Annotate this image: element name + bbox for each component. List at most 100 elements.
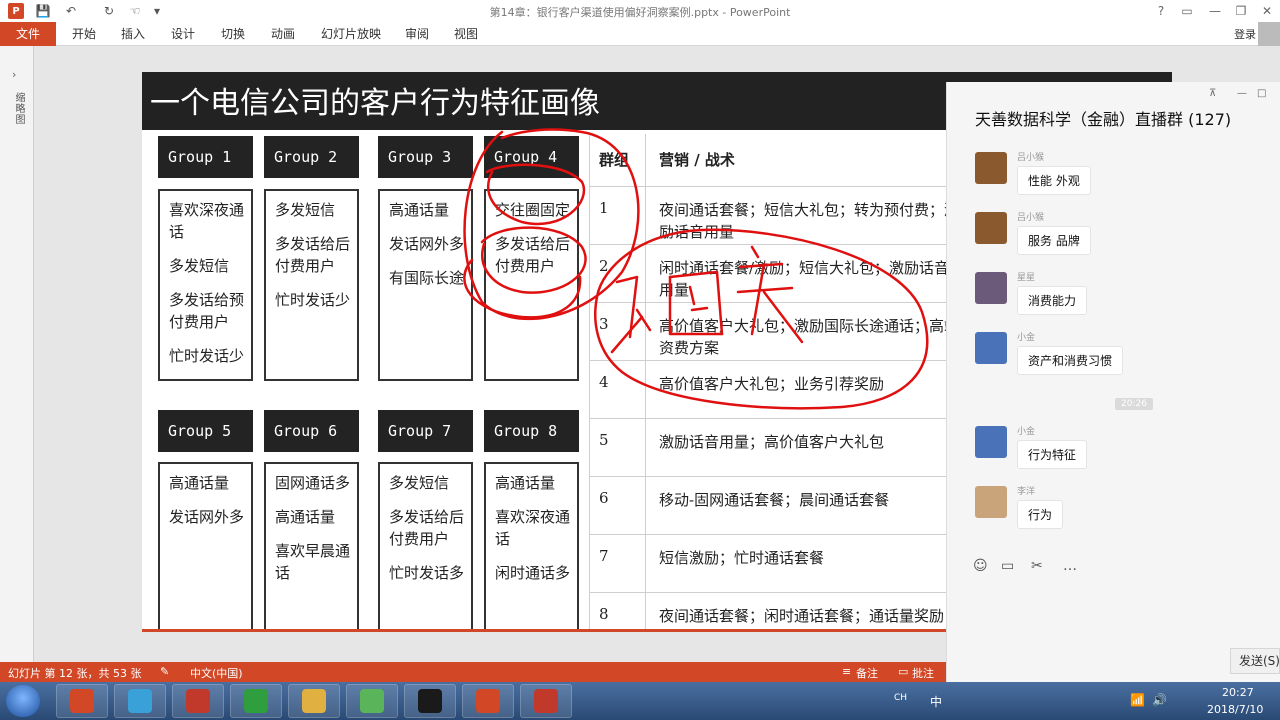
group-8-header: Group 8 [484,410,579,452]
app-icon [128,689,152,713]
ribbon-tabs: 文件 开始 插入 设计 切换 动画 幻灯片放映 审阅 视图 登录 [0,22,1280,46]
tab-animations[interactable]: 动画 [271,22,295,46]
taskbar-app-1[interactable] [56,684,108,718]
message-bubble: 行为 [1017,500,1064,529]
message-bubble: 行为特征 [1017,440,1088,469]
avatar[interactable] [975,332,1007,364]
clock-time[interactable]: 20:27 [1222,686,1254,699]
avatar[interactable] [975,152,1007,184]
app-icon [302,689,326,713]
app-icon [534,689,558,713]
sender-name: 李洋 [1017,487,1036,497]
group-item: 交往圈固定 [495,201,571,219]
taskbar-app-3[interactable] [172,684,224,718]
row-tactics-line1: 高价值客户大礼包；激励国际长途通话；高端 [659,317,960,335]
expand-pane-icon[interactable]: › [12,68,16,81]
comments-button[interactable]: 批注 [912,665,934,681]
taskbar-app-7[interactable] [404,684,456,718]
notes-button[interactable]: 备注 [856,665,878,681]
group-3-box: 高通话量 发话网外多 有国际长途 [378,189,473,381]
group-3-header: Group 3 [378,136,473,178]
restore-button[interactable]: ❐ [1230,2,1252,20]
send-button[interactable]: 发送(S) [1230,648,1280,674]
row-tactics-line2: 资费方案 [659,339,720,357]
volume-icon[interactable]: 🔊 [1152,693,1167,707]
avatar[interactable] [975,272,1007,304]
sender-name: 小金 [1017,427,1036,437]
chat-maximize-icon[interactable]: □ [1257,88,1266,99]
message-bubble: 服务 品牌 [1017,226,1091,255]
tab-file[interactable]: 文件 [0,22,56,46]
app-icon [418,689,442,713]
row-tactics-line2: 励话音用量 [659,223,735,241]
app-icon [70,689,94,713]
language-indicator[interactable]: 中文(中国) [190,665,243,681]
group-4-box: 交往圈固定 多发话给后付费用户 [484,189,579,381]
app-icon [476,689,500,713]
close-button[interactable]: ✕ [1256,2,1278,20]
row-id: 6 [599,489,609,507]
message-bubble: 消费能力 [1017,286,1088,315]
slide-counter: 幻灯片 第 12 张，共 53 张 [8,667,142,680]
taskbar-app-2[interactable] [114,684,166,718]
chat-title: 天善数据科学（金融）直播群 (127) [975,110,1232,129]
group-item: 喜欢深夜通话 [169,201,245,241]
tab-view[interactable]: 视图 [454,22,478,46]
avatar[interactable] [975,212,1007,244]
title-bar: P 💾 ↶ ↻ ☜ ▾ 第14章：银行客户渠道使用偏好洞察案例.pptx - P… [0,0,1280,22]
group-item: 高通话量 [275,508,336,526]
group-item: 多发话给后付费用户 [389,508,465,548]
folder-icon[interactable]: ▭ [1001,558,1014,574]
app-icon [244,689,268,713]
group-item: 高通话量 [389,201,450,219]
row-id: 7 [599,547,609,565]
network-icon[interactable]: 📶 [1130,693,1145,707]
tab-review[interactable]: 审阅 [405,22,429,46]
taskbar-app-5[interactable] [288,684,340,718]
taskbar-app-4[interactable] [230,684,282,718]
help-button[interactable]: ? [1150,2,1172,20]
account-avatar[interactable] [1258,22,1280,46]
avatar[interactable] [975,486,1007,518]
ribbon-options-button[interactable]: ▭ [1176,2,1198,20]
login-link[interactable]: 登录 [1234,26,1256,42]
chat-message: 吕小猴 服务 品牌 [975,210,1265,270]
tab-insert[interactable]: 插入 [121,22,145,46]
ime-indicator[interactable]: 中 [930,693,942,710]
group-2-header: Group 2 [264,136,359,178]
row-id: 8 [599,605,609,623]
start-button[interactable] [6,685,40,717]
chat-history-icon[interactable]: … [1063,558,1077,574]
clock-date[interactable]: 2018/7/10 [1207,703,1263,716]
group-item: 多发话给预付费用户 [169,291,245,331]
tab-transitions[interactable]: 切换 [221,22,245,46]
chat-minimize-icon[interactable]: — [1237,88,1247,99]
taskbar-app-6[interactable] [346,684,398,718]
row-tactics-line2: 用量 [659,281,690,299]
emoji-icon[interactable]: ☺ [973,558,988,574]
tab-home[interactable]: 开始 [72,22,96,46]
pin-icon[interactable]: ⊼ [1209,88,1216,99]
chat-message: 星星 消费能力 [975,270,1265,330]
taskbar: CH 中 📶 🔊 20:27 2018/7/10 [0,682,1280,720]
tab-design[interactable]: 设计 [171,22,195,46]
input-language-indicator[interactable]: CH [894,693,907,703]
notes-icon[interactable]: ≡ [842,665,851,678]
minimize-button[interactable]: — [1204,2,1226,20]
comments-icon[interactable]: ▭ [898,665,908,678]
sender-name: 小金 [1017,333,1036,343]
group-item: 高通话量 [169,474,230,492]
chat-message: 小金 行为特征 [975,424,1265,484]
taskbar-app-8[interactable] [462,684,514,718]
avatar[interactable] [975,426,1007,458]
group-1-header: Group 1 [158,136,253,178]
scissors-icon[interactable]: ✂ [1031,558,1043,574]
group-item: 多发短信 [275,201,336,219]
group-item: 多发短信 [389,474,450,492]
spellcheck-icon[interactable]: ✎ [160,665,169,678]
group-item: 忙时发话多 [389,564,465,582]
window-title: 第14章：银行客户渠道使用偏好洞察案例.pptx - PowerPoint [489,6,791,19]
tab-slideshow[interactable]: 幻灯片放映 [321,22,381,46]
group-7-box: 多发短信 多发话给后付费用户 忙时发话多 [378,462,473,632]
taskbar-app-9[interactable] [520,684,572,718]
